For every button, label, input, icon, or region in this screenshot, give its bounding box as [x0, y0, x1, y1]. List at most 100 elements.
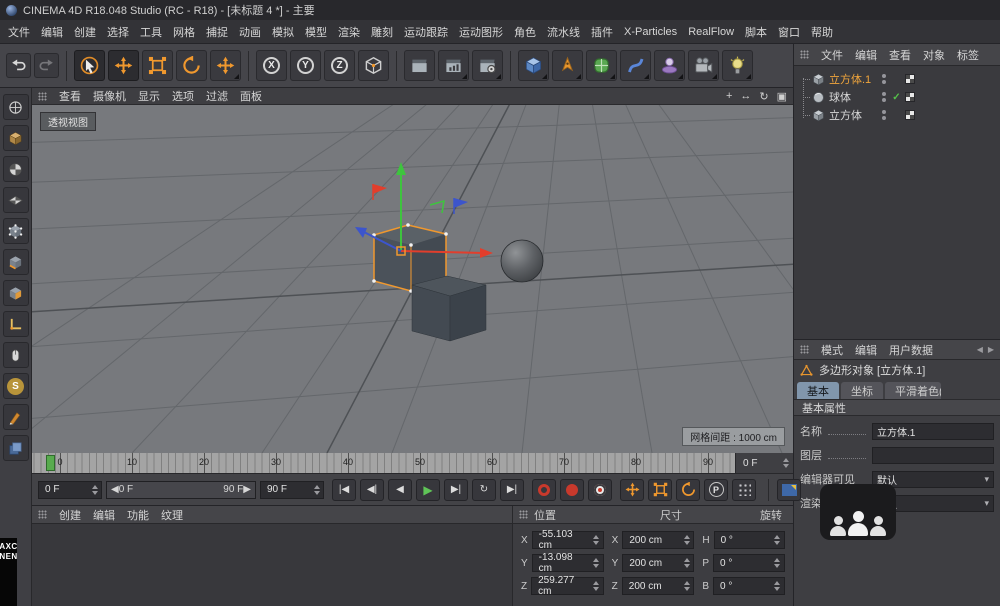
phong-tag[interactable]: ✓	[892, 92, 900, 103]
sphere-object[interactable]	[501, 240, 543, 282]
range-end-stepper[interactable]	[312, 485, 321, 495]
range-start-stepper[interactable]	[90, 485, 99, 495]
range-right-arrow-icon[interactable]: ▶	[243, 484, 251, 495]
mat-menu-function[interactable]: 功能	[127, 507, 149, 523]
name-input[interactable]: 立方体.1	[872, 423, 994, 440]
make-preview-button[interactable]	[777, 479, 801, 501]
stepper[interactable]	[682, 581, 691, 591]
layers-button[interactable]	[3, 435, 29, 461]
menu-create[interactable]: 创建	[74, 24, 96, 40]
texture-mode-button[interactable]	[3, 156, 29, 182]
timeline-ruler[interactable]: 0 10 20 30 40 50 60 70 80 90 0 F	[32, 453, 793, 474]
stepper[interactable]	[592, 558, 601, 568]
om-menu-view[interactable]: 查看	[889, 47, 911, 63]
viewport-nav-button[interactable]	[3, 342, 29, 368]
menu-render[interactable]: 渲染	[338, 24, 360, 40]
playhead[interactable]	[46, 455, 55, 471]
last-tool-button[interactable]	[210, 50, 241, 81]
menu-mograph[interactable]: 运动图形	[459, 24, 503, 40]
range-left-arrow-icon[interactable]: ◀	[111, 484, 119, 495]
texture-tag[interactable]	[905, 110, 915, 120]
tab-phong[interactable]: 平滑着色(Phong)	[885, 382, 941, 399]
om-menu-file[interactable]: 文件	[821, 47, 843, 63]
render-view-button[interactable]	[404, 50, 435, 81]
add-light-button[interactable]	[722, 50, 753, 81]
vp-menu-filter[interactable]: 过滤	[206, 88, 228, 104]
frame-stepper[interactable]	[781, 458, 790, 468]
menu-animate[interactable]: 动画	[239, 24, 261, 40]
current-frame-field[interactable]: 0 F	[735, 453, 793, 473]
attr-menu-mode[interactable]: 模式	[821, 342, 843, 358]
menu-character[interactable]: 角色	[514, 24, 536, 40]
object-row-cube[interactable]: 立方体	[794, 106, 1000, 124]
record-rotation-toggle[interactable]	[676, 479, 700, 501]
undo-button[interactable]	[6, 53, 31, 78]
rotate-view-icon[interactable]: ↻	[759, 90, 768, 103]
points-mode-button[interactable]	[3, 218, 29, 244]
attr-forward-icon[interactable]: ▶	[988, 345, 994, 354]
attr-menu-edit[interactable]: 编辑	[855, 342, 877, 358]
object-list[interactable]: 立方体.1 球体 ✓	[794, 66, 1000, 339]
range-start-field[interactable]: 0 F	[38, 481, 102, 499]
stepper[interactable]	[682, 535, 691, 545]
object-row-cube1[interactable]: 立方体.1	[794, 70, 1000, 88]
om-menu-tags[interactable]: 标签	[957, 47, 979, 63]
enable-axis-button[interactable]	[3, 311, 29, 337]
menu-select[interactable]: 选择	[107, 24, 129, 40]
menu-xparticles[interactable]: X-Particles	[624, 26, 677, 38]
pos-y-field[interactable]: -13.098 cm	[532, 554, 604, 572]
stepper[interactable]	[773, 581, 782, 591]
panel-grip-icon[interactable]	[38, 92, 47, 101]
menu-plugins[interactable]: 插件	[591, 24, 613, 40]
scale-tool-button[interactable]	[142, 50, 173, 81]
mat-menu-create[interactable]: 创建	[59, 507, 81, 523]
menu-model[interactable]: 模型	[305, 24, 327, 40]
record-keyframe-button[interactable]	[532, 479, 556, 501]
size-x-field[interactable]: 200 cm	[622, 531, 694, 549]
menu-tools[interactable]: 工具	[140, 24, 162, 40]
menu-script[interactable]: 脚本	[745, 24, 767, 40]
render-to-picture-button[interactable]	[438, 50, 469, 81]
redo-button[interactable]	[34, 53, 59, 78]
panel-grip-icon[interactable]	[800, 345, 809, 354]
live-selection-button[interactable]	[74, 50, 105, 81]
play-button[interactable]: ▶	[416, 479, 440, 501]
vp-menu-options[interactable]: 选项	[172, 88, 194, 104]
panel-grip-icon[interactable]	[519, 510, 528, 519]
om-menu-edit[interactable]: 编辑	[855, 47, 877, 63]
mat-menu-edit[interactable]: 编辑	[93, 507, 115, 523]
stepper[interactable]	[592, 535, 601, 545]
loop-button[interactable]: ↻	[472, 479, 496, 501]
size-y-field[interactable]: 200 cm	[622, 554, 694, 572]
menu-pipeline[interactable]: 流水线	[547, 24, 580, 40]
size-z-field[interactable]: 200 cm	[622, 577, 695, 595]
goto-start-button[interactable]: |◀	[332, 479, 356, 501]
texture-tag[interactable]	[905, 92, 915, 102]
add-environment-button[interactable]	[654, 50, 685, 81]
next-frame-button[interactable]: ▶|	[444, 479, 468, 501]
menu-help[interactable]: 帮助	[811, 24, 833, 40]
vp-menu-camera[interactable]: 摄像机	[93, 88, 126, 104]
make-editable-button[interactable]	[3, 94, 29, 120]
prev-key-button[interactable]: ◀|	[360, 479, 384, 501]
menu-file[interactable]: 文件	[8, 24, 30, 40]
panel-grip-icon[interactable]	[800, 50, 809, 59]
cube-object[interactable]	[412, 276, 486, 341]
menu-realflow[interactable]: RealFlow	[688, 26, 734, 38]
add-camera-button[interactable]	[688, 50, 719, 81]
viewport[interactable]: 透视视图 网格间距 : 1000 cm	[32, 105, 793, 453]
mat-menu-texture[interactable]: 纹理	[161, 507, 183, 523]
record-position-toggle[interactable]	[620, 479, 644, 501]
visibility-dots[interactable]	[878, 110, 890, 120]
move-tool-button[interactable]	[108, 50, 139, 81]
add-spline-button[interactable]	[552, 50, 583, 81]
vp-menu-view[interactable]: 查看	[59, 88, 81, 104]
pan-view-icon[interactable]: +	[726, 90, 732, 103]
menu-motion-tracker[interactable]: 运动跟踪	[404, 24, 448, 40]
stepper[interactable]	[773, 535, 782, 545]
edges-mode-button[interactable]	[3, 249, 29, 275]
render-settings-button[interactable]	[472, 50, 503, 81]
menu-simulate[interactable]: 模拟	[272, 24, 294, 40]
pla-toggle[interactable]: P	[704, 479, 728, 501]
add-deformer-button[interactable]	[620, 50, 651, 81]
